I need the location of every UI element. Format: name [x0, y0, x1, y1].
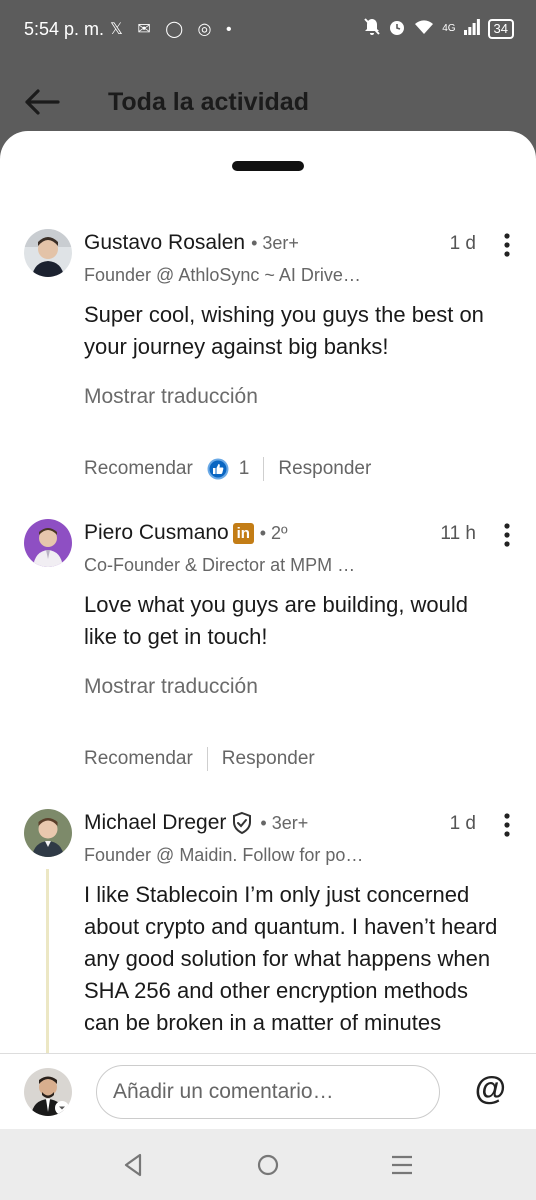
comment-composer: @ — [0, 1053, 536, 1129]
more-options-icon[interactable] — [500, 231, 514, 259]
avatar[interactable] — [24, 519, 72, 567]
connection-degree: • 3er+ — [251, 232, 299, 253]
more-options-icon[interactable] — [500, 811, 514, 839]
comment-text: Super cool, wishing you guys the best on… — [84, 302, 484, 359]
comment-actions: Recomendar Responder — [84, 747, 315, 771]
nav-recents-button[interactable] — [386, 1149, 418, 1181]
add-comment-input[interactable] — [96, 1065, 440, 1119]
author-row: Michael Dreger • 3er+ — [84, 811, 308, 835]
action-divider — [263, 457, 265, 481]
notification-icons: 𝕏 ✉ ◯ ◎ • — [110, 21, 237, 38]
comment-time: 1 d — [449, 233, 476, 254]
linkedin-premium-badge: in — [232, 522, 254, 544]
verified-shield-icon — [230, 811, 254, 835]
back-button[interactable] — [22, 84, 62, 120]
signal-icon — [463, 19, 480, 39]
reply-button[interactable]: Responder — [278, 458, 371, 480]
mute-icon — [364, 18, 380, 40]
comment-time: 1 d — [449, 813, 476, 834]
recommend-button[interactable]: Recomendar — [84, 748, 193, 770]
comment-actions: Recomendar 1 Responder — [84, 457, 371, 481]
network-type: 4G — [442, 23, 456, 34]
like-reaction-icon — [207, 458, 229, 480]
comment-text: Love what you guys are building, would l… — [84, 592, 469, 649]
wifi-icon — [414, 19, 434, 39]
header: Toda la actividad — [0, 62, 536, 140]
author-headline: Founder @ Maidin. Follow for po… — [84, 845, 364, 865]
action-divider — [206, 747, 208, 771]
triangle-back-icon — [124, 1153, 142, 1177]
like-count[interactable]: 1 — [239, 458, 250, 480]
author-headline: Founder @ AthloSync ~ AI Drive… — [84, 265, 361, 285]
nav-home-button[interactable] — [252, 1149, 284, 1181]
sheet-drag-handle[interactable] — [232, 161, 304, 171]
author-name[interactable]: Piero Cusmano — [84, 521, 229, 545]
author-name[interactable]: Michael Dreger — [84, 811, 226, 835]
author-row: Gustavo Rosalen • 3er+ — [84, 231, 299, 255]
avatar[interactable] — [24, 229, 72, 277]
author-headline: Co-Founder & Director at MPM … — [84, 555, 356, 575]
menu-recents-icon — [392, 1155, 412, 1175]
show-translation-link[interactable]: Mostrar traducción — [84, 385, 258, 409]
comment-time: 11 h — [440, 523, 476, 544]
reply-button[interactable]: Responder — [222, 748, 315, 770]
circle-home-icon — [257, 1154, 279, 1176]
author-name[interactable]: Gustavo Rosalen — [84, 231, 245, 255]
status-bar: 5:54 p. m. 𝕏 ✉ ◯ ◎ • 4G 34 — [0, 0, 536, 62]
connection-degree: • 2º — [259, 522, 288, 543]
comments-sheet: Gustavo Rosalen • 3er+ 1 d Founder @ Ath… — [0, 131, 536, 1129]
comment-item: Piero Cusmano in • 2º 11 h Co-Founder & … — [0, 519, 536, 779]
page-title: Toda la actividad — [108, 88, 309, 116]
show-translation-link[interactable]: Mostrar traducción — [84, 675, 258, 699]
system-status-icons: 4G 34 — [364, 18, 514, 40]
comment-item: Gustavo Rosalen • 3er+ 1 d Founder @ Ath… — [0, 229, 536, 489]
nav-back-button[interactable] — [118, 1149, 150, 1181]
back-arrow-icon — [25, 89, 60, 115]
status-time: 5:54 p. m. — [24, 19, 105, 39]
recommend-button[interactable]: Recomendar — [84, 458, 193, 480]
more-options-icon[interactable] — [500, 521, 514, 549]
mention-button[interactable]: @ — [475, 1070, 506, 1107]
comment-text: I like Stablecoin I’m only just concerne… — [84, 882, 498, 1035]
system-nav-bar — [0, 1129, 536, 1200]
connection-degree: • 3er+ — [260, 812, 309, 833]
my-avatar[interactable] — [24, 1068, 72, 1116]
avatar[interactable] — [24, 809, 72, 857]
battery-level: 34 — [487, 19, 514, 39]
alarm-icon — [388, 18, 406, 40]
author-row: Piero Cusmano in • 2º — [84, 521, 288, 545]
